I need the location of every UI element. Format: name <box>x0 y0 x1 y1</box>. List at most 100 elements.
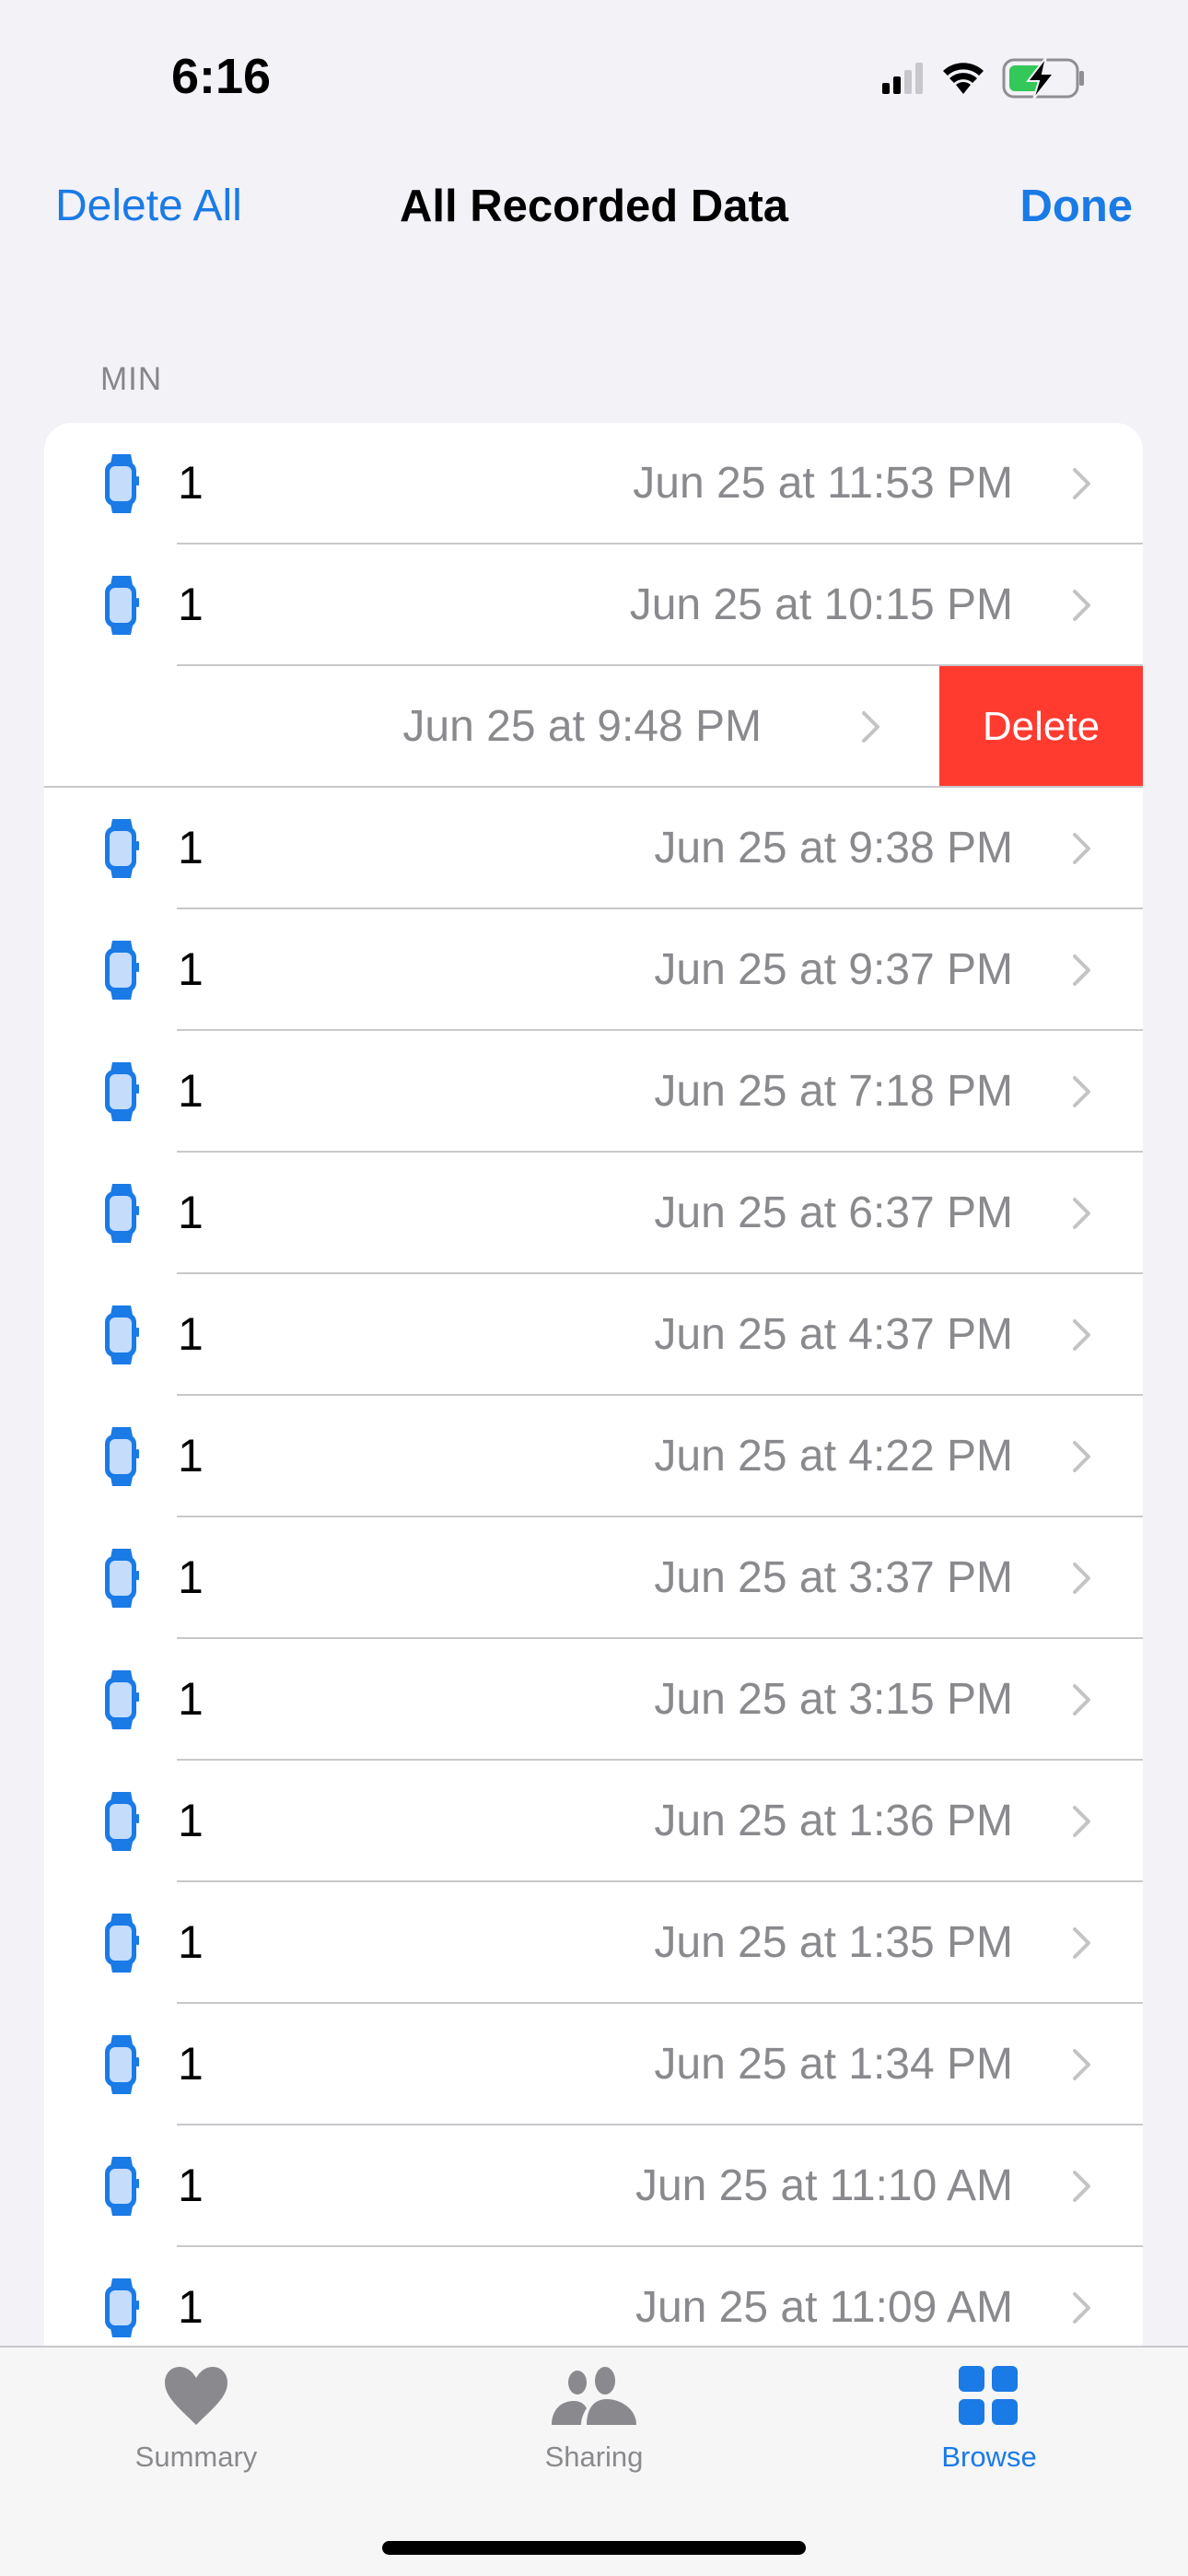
row-date: Jun 25 at 4:37 PM <box>654 1310 1013 1359</box>
row-date: Jun 25 at 11:53 PM <box>633 459 1013 508</box>
apple-watch-icon <box>103 1792 140 1851</box>
navigation-bar: Delete All All Recorded Data Done <box>0 166 1188 258</box>
battery-charging-icon <box>1002 56 1087 104</box>
apple-watch-icon <box>103 1427 140 1486</box>
tab-sharing-label: Sharing <box>544 2441 644 2473</box>
apple-watch-icon <box>103 2157 140 2216</box>
row-value: 1 <box>178 2160 204 2211</box>
row-value: 1 <box>178 1916 204 1968</box>
grid-icon <box>959 2366 1019 2430</box>
row-value: 1 <box>178 1308 204 1360</box>
list-item[interactable]: 1 Jun 25 at 4:22 PM <box>44 1396 1143 1517</box>
delete-all-button[interactable]: Delete All <box>55 181 242 231</box>
apple-watch-icon <box>103 1306 140 1364</box>
row-date: Jun 25 at 1:36 PM <box>654 1797 1013 1845</box>
row-date: Jun 25 at 9:48 PM <box>402 702 762 751</box>
tab-summary-label: Summary <box>134 2441 258 2473</box>
row-date: Jun 25 at 9:37 PM <box>654 945 1013 994</box>
chevron-right-icon <box>1072 2170 1092 2203</box>
cellular-signal-icon <box>882 63 925 99</box>
row-date: Jun 25 at 6:37 PM <box>654 1188 1013 1237</box>
list-item[interactable]: 1 Jun 25 at 10:15 PM <box>44 544 1143 666</box>
row-date: Jun 25 at 11:10 AM <box>635 2161 1013 2210</box>
apple-watch-icon <box>103 454 140 513</box>
row-value: 1 <box>178 1795 204 1846</box>
list-item[interactable]: 1 Jun 25 at 6:37 PM <box>44 1153 1143 1274</box>
list-item[interactable]: 1 Jun 25 at 1:35 PM <box>44 1882 1143 2004</box>
apple-watch-icon <box>103 2035 140 2094</box>
chevron-right-icon <box>1072 467 1092 500</box>
wifi-icon <box>941 61 985 100</box>
status-icons <box>882 56 1087 104</box>
chevron-right-icon <box>1072 2291 1092 2324</box>
row-date: Jun 25 at 7:18 PM <box>654 1067 1013 1116</box>
row-date: Jun 25 at 1:35 PM <box>654 1918 1013 1967</box>
row-value: 1 <box>178 822 204 873</box>
chevron-right-icon <box>861 710 881 744</box>
row-date: Jun 25 at 9:38 PM <box>654 824 1013 872</box>
status-bar: 6:16 <box>0 0 1188 157</box>
delete-row-button[interactable]: Delete <box>939 666 1143 788</box>
status-time: 6:16 <box>171 49 272 104</box>
row-value: 1 <box>178 1187 204 1238</box>
done-button[interactable]: Done <box>1020 181 1134 232</box>
chevron-right-icon <box>1072 2048 1092 2081</box>
row-value: 1 <box>178 1551 204 1603</box>
chevron-right-icon <box>1072 954 1092 987</box>
apple-watch-icon <box>103 2278 140 2337</box>
chevron-right-icon <box>1072 1197 1092 1230</box>
apple-watch-icon <box>103 1549 140 1608</box>
chevron-right-icon <box>1072 1683 1092 1716</box>
row-date: Jun 25 at 3:37 PM <box>654 1553 1013 1602</box>
list-item[interactable]: 1 Jun 25 at 9:38 PM <box>44 788 1143 909</box>
chevron-right-icon <box>1072 1075 1092 1108</box>
chevron-right-icon <box>1072 1318 1092 1352</box>
chevron-right-icon <box>1072 1805 1092 1838</box>
swiped-row-content[interactable]: Jun 25 at 9:48 PM <box>44 666 939 788</box>
heart-icon <box>163 2367 229 2430</box>
apple-watch-icon <box>103 1184 140 1243</box>
chevron-right-icon <box>1072 1562 1092 1595</box>
row-date: Jun 25 at 4:22 PM <box>654 1432 1013 1481</box>
tab-browse[interactable]: Browse <box>874 2366 1104 2474</box>
list-item[interactable]: 1 Jun 25 at 1:34 PM <box>44 2004 1143 2125</box>
chevron-right-icon <box>1072 832 1092 865</box>
list-item[interactable]: 1 Jun 25 at 11:53 PM <box>44 423 1143 544</box>
people-icon <box>550 2367 638 2430</box>
row-value: 1 <box>178 2281 204 2333</box>
row-value: 1 <box>178 1673 204 1725</box>
tab-sharing[interactable]: Sharing <box>479 2366 709 2474</box>
apple-watch-icon <box>103 819 140 878</box>
list-item[interactable]: Jun 25 at 9:48 PM Delete <box>44 666 1143 788</box>
row-value: 1 <box>178 2038 204 2090</box>
list-item[interactable]: 1 Jun 25 at 9:37 PM <box>44 909 1143 1031</box>
row-date: Jun 25 at 10:15 PM <box>629 580 1013 629</box>
row-date: Jun 25 at 11:09 AM <box>635 2283 1013 2332</box>
apple-watch-icon <box>103 1062 140 1121</box>
chevron-right-icon <box>1072 589 1092 622</box>
home-indicator <box>382 2541 806 2555</box>
recorded-data-list: 1 Jun 25 at 11:53 PM 1 Jun 25 at 10:15 PM Ju… <box>44 423 1143 2369</box>
row-date: Jun 25 at 3:15 PM <box>654 1675 1013 1724</box>
tab-summary[interactable]: Summary <box>81 2366 311 2474</box>
row-value: 1 <box>178 1430 204 1481</box>
apple-watch-icon <box>103 1670 140 1729</box>
list-item[interactable]: 1 Jun 25 at 3:15 PM <box>44 1639 1143 1761</box>
row-value: 1 <box>178 943 204 995</box>
row-value: 1 <box>178 579 204 630</box>
apple-watch-icon <box>103 576 140 635</box>
apple-watch-icon <box>103 941 140 1000</box>
list-item[interactable]: 1 Jun 25 at 11:10 AM <box>44 2125 1143 2247</box>
chevron-right-icon <box>1072 1926 1092 1960</box>
chevron-right-icon <box>1072 1440 1092 1473</box>
section-header: MIN <box>100 361 163 397</box>
tab-browse-label: Browse <box>941 2441 1037 2473</box>
list-item[interactable]: 1 Jun 25 at 4:37 PM <box>44 1274 1143 1396</box>
row-value: 1 <box>178 1065 204 1117</box>
list-item[interactable]: 1 Jun 25 at 3:37 PM <box>44 1517 1143 1639</box>
list-item[interactable]: 1 Jun 25 at 1:36 PM <box>44 1761 1143 1882</box>
list-item[interactable]: 1 Jun 25 at 7:18 PM <box>44 1031 1143 1153</box>
row-date: Jun 25 at 1:34 PM <box>654 2040 1013 2089</box>
row-value: 1 <box>178 457 204 509</box>
apple-watch-icon <box>103 1914 140 1973</box>
